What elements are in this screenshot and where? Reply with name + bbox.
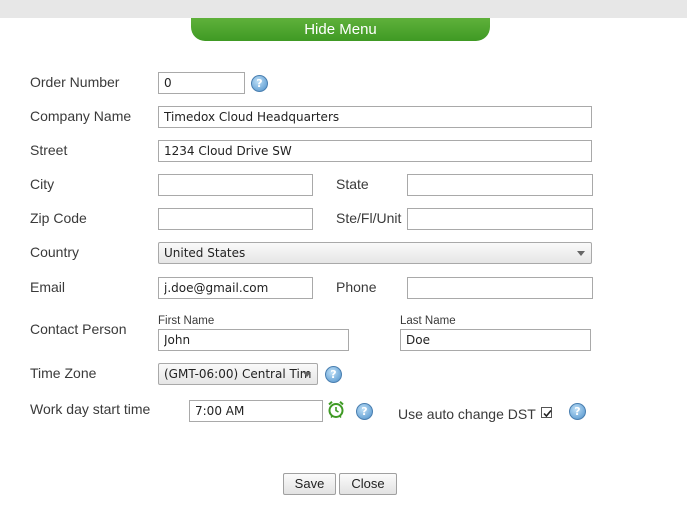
city-label: City (30, 176, 55, 192)
country-label: Country (30, 244, 80, 260)
country-select-value: United States (164, 246, 246, 260)
state-label: State (336, 176, 369, 192)
checkmark-icon (543, 409, 552, 418)
city-input[interactable] (158, 174, 313, 196)
order-number-help-icon[interactable]: ? (251, 75, 268, 92)
last-name-input[interactable] (400, 329, 591, 351)
auto-dst-checkbox[interactable] (541, 407, 552, 418)
time-zone-select-value: (GMT-06:00) Central Time (US & Canada) (164, 367, 312, 381)
auto-dst-label: Use auto change DST (398, 406, 536, 422)
work-day-start-label: Work day start time (30, 401, 151, 417)
work-day-start-help-icon[interactable]: ? (356, 403, 373, 420)
time-zone-select[interactable]: (GMT-06:00) Central Time (US & Canada) (158, 363, 318, 385)
zip-code-input[interactable] (158, 208, 313, 230)
street-label: Street (30, 142, 68, 158)
alarm-clock-icon[interactable] (327, 400, 345, 419)
contact-person-label: Contact Person (30, 321, 127, 337)
chevron-down-icon (303, 372, 311, 377)
auto-dst-help-icon[interactable]: ? (569, 403, 586, 420)
phone-input[interactable] (407, 277, 593, 299)
company-name-input[interactable] (158, 106, 592, 128)
first-name-input[interactable] (158, 329, 349, 351)
chevron-down-icon (577, 251, 585, 256)
save-button[interactable]: Save (283, 473, 336, 495)
close-button[interactable]: Close (339, 473, 397, 495)
company-name-label: Company Name (30, 108, 132, 124)
ste-fl-unit-input[interactable] (407, 208, 593, 230)
state-input[interactable] (407, 174, 593, 196)
phone-label: Phone (336, 279, 377, 295)
time-zone-help-icon[interactable]: ? (325, 366, 342, 383)
email-input[interactable] (158, 277, 313, 299)
zip-code-label: Zip Code (30, 210, 87, 226)
work-day-start-input[interactable] (189, 400, 323, 422)
last-name-label: Last Name (400, 315, 456, 327)
email-label: Email (30, 279, 66, 295)
ste-fl-unit-label: Ste/Fl/Unit (336, 210, 402, 226)
order-number-input[interactable] (158, 72, 245, 94)
top-bar (0, 0, 687, 18)
street-input[interactable] (158, 140, 592, 162)
order-number-label: Order Number (30, 74, 120, 90)
country-select[interactable]: United States (158, 242, 592, 264)
hide-menu-button[interactable]: Hide Menu (191, 18, 490, 41)
first-name-label: First Name (158, 315, 215, 327)
time-zone-label: Time Zone (30, 365, 97, 381)
